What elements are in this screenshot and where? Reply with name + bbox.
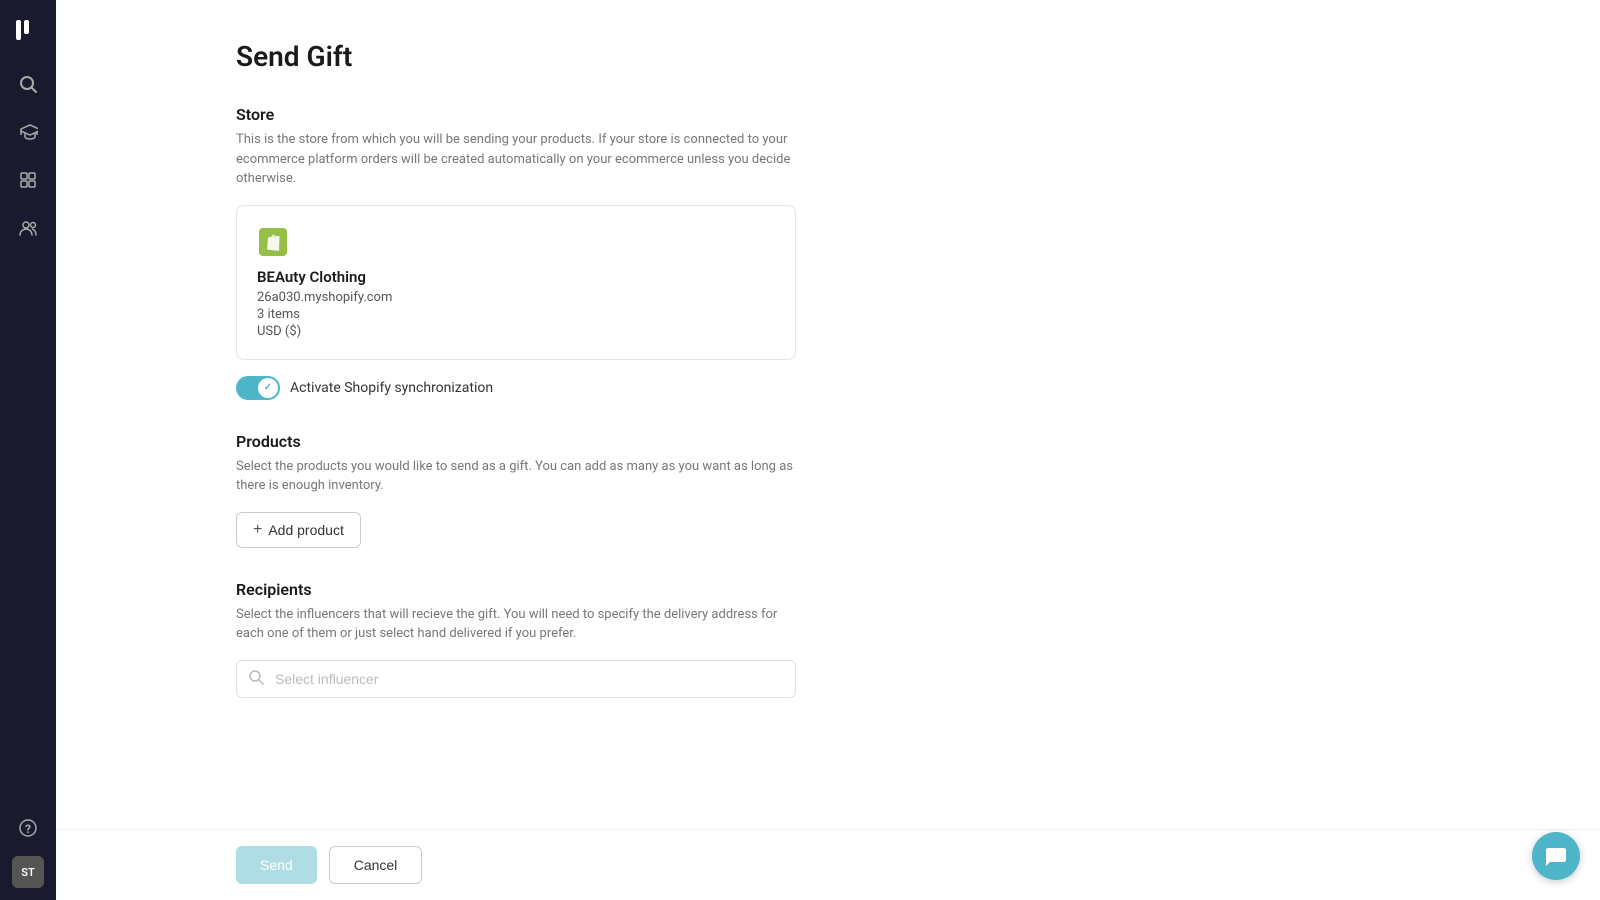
- sidebar-item-users[interactable]: [8, 208, 48, 248]
- add-product-label: Add product: [268, 522, 344, 538]
- main-content: Send Gift Store This is the store from w…: [56, 0, 1600, 900]
- store-url: 26a030.myshopify.com: [257, 290, 775, 305]
- toggle-label: Activate Shopify synchronization: [290, 380, 493, 396]
- influencer-search-input[interactable]: [236, 660, 796, 698]
- sidebar-item-campaigns[interactable]: [8, 112, 48, 152]
- send-button[interactable]: Send: [236, 846, 317, 884]
- influencer-search-wrapper: [236, 660, 796, 698]
- toggle-knob: ✓: [258, 378, 278, 398]
- sidebar: ? ST: [0, 0, 56, 900]
- store-items: 3 items: [257, 307, 775, 322]
- add-product-button[interactable]: + Add product: [236, 512, 361, 548]
- sidebar-item-search[interactable]: [8, 64, 48, 104]
- svg-text:?: ?: [25, 822, 31, 836]
- store-section: Store This is the store from which you w…: [236, 105, 896, 400]
- store-section-title: Store: [236, 105, 896, 124]
- toggle-check-icon: ✓: [264, 382, 272, 393]
- store-section-description: This is the store from which you will be…: [236, 130, 796, 189]
- form-footer: Send Cancel: [56, 829, 1600, 900]
- plus-icon: +: [253, 521, 262, 539]
- products-section-title: Products: [236, 432, 896, 451]
- recipients-section: Recipients Select the influencers that w…: [236, 580, 896, 698]
- help-icon[interactable]: ?: [8, 808, 48, 848]
- store-name: BEAuty Clothing: [257, 268, 775, 286]
- shopify-sync-toggle-row: ✓ Activate Shopify synchronization: [236, 376, 896, 400]
- recipients-section-title: Recipients: [236, 580, 896, 599]
- recipients-section-description: Select the influencers that will recieve…: [236, 605, 796, 644]
- store-shopify-logo: [257, 226, 289, 258]
- sidebar-logo[interactable]: [10, 12, 46, 48]
- page-title: Send Gift: [236, 40, 896, 73]
- products-section-description: Select the products you would like to se…: [236, 457, 796, 496]
- user-avatar[interactable]: ST: [12, 856, 44, 888]
- store-card: BEAuty Clothing 26a030.myshopify.com 3 i…: [236, 205, 796, 360]
- shopify-sync-toggle[interactable]: ✓: [236, 376, 280, 400]
- sidebar-item-products[interactable]: [8, 160, 48, 200]
- products-section: Products Select the products you would l…: [236, 432, 896, 548]
- shopify-icon: [259, 228, 287, 256]
- store-currency: USD ($): [257, 324, 775, 339]
- cancel-button[interactable]: Cancel: [329, 846, 423, 884]
- chat-button[interactable]: [1532, 832, 1580, 880]
